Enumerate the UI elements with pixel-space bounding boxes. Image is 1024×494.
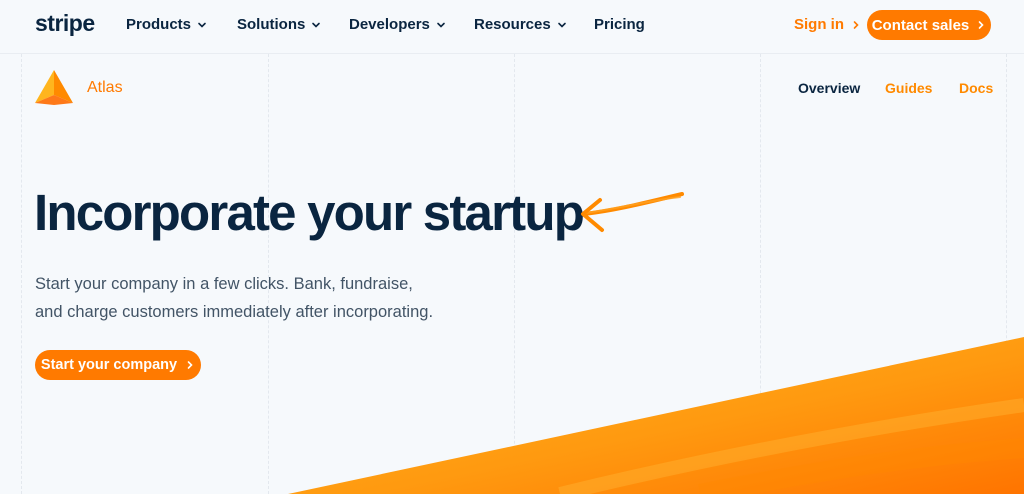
nav-products-label: Products (126, 16, 192, 33)
sign-in-label: Sign in (794, 16, 844, 33)
chevron-down-icon (312, 22, 321, 28)
top-nav: stripe Products Solutions Developers Res… (0, 0, 1024, 50)
grid-line (1006, 54, 1007, 494)
nav-developers-label: Developers (349, 16, 430, 33)
nav-resources-label: Resources (474, 16, 551, 33)
chevron-right-icon (187, 361, 193, 369)
hero-headline: Incorporate your startup (34, 184, 585, 241)
nav-resources[interactable]: Resources (474, 16, 567, 33)
chevron-down-icon (557, 22, 566, 28)
contact-sales-button[interactable]: Contact sales (867, 10, 991, 40)
grid-line (21, 54, 22, 494)
nav-developers[interactable]: Developers (349, 16, 446, 33)
start-your-company-label: Start your company (40, 357, 178, 373)
contact-sales-label: Contact sales (871, 16, 970, 34)
hand-drawn-arrow-icon (581, 192, 684, 232)
nav-products[interactable]: Products (126, 16, 207, 33)
start-your-company-button[interactable]: Start your company (35, 350, 201, 380)
nav-pricing-label: Pricing (594, 16, 645, 33)
atlas-product-name[interactable]: Atlas (87, 79, 123, 97)
nav-pricing[interactable]: Pricing (594, 16, 645, 33)
chevron-right-icon (978, 21, 984, 29)
atlas-logo-icon[interactable] (35, 69, 73, 105)
hero-subtext: Start your company in a few clicks. Bank… (35, 270, 515, 326)
hero-subtext-line-1: Start your company in a few clicks. Bank… (35, 275, 413, 293)
orange-wedge-decoration (288, 337, 1024, 494)
header-divider (0, 53, 1024, 54)
subnav-guides[interactable]: Guides (885, 80, 932, 96)
sign-in-link[interactable]: Sign in (794, 16, 861, 33)
grid-line (760, 54, 761, 494)
nav-solutions[interactable]: Solutions (237, 16, 321, 33)
subnav-overview[interactable]: Overview (798, 80, 860, 96)
chevron-right-icon (853, 20, 859, 29)
chevron-down-icon (198, 22, 206, 28)
subnav-docs[interactable]: Docs (959, 80, 993, 96)
chevron-down-icon (437, 22, 445, 28)
stripe-logo[interactable]: stripe (35, 10, 95, 37)
hero-subtext-line-2: and charge customers immediately after i… (35, 303, 434, 321)
nav-solutions-label: Solutions (237, 16, 306, 33)
